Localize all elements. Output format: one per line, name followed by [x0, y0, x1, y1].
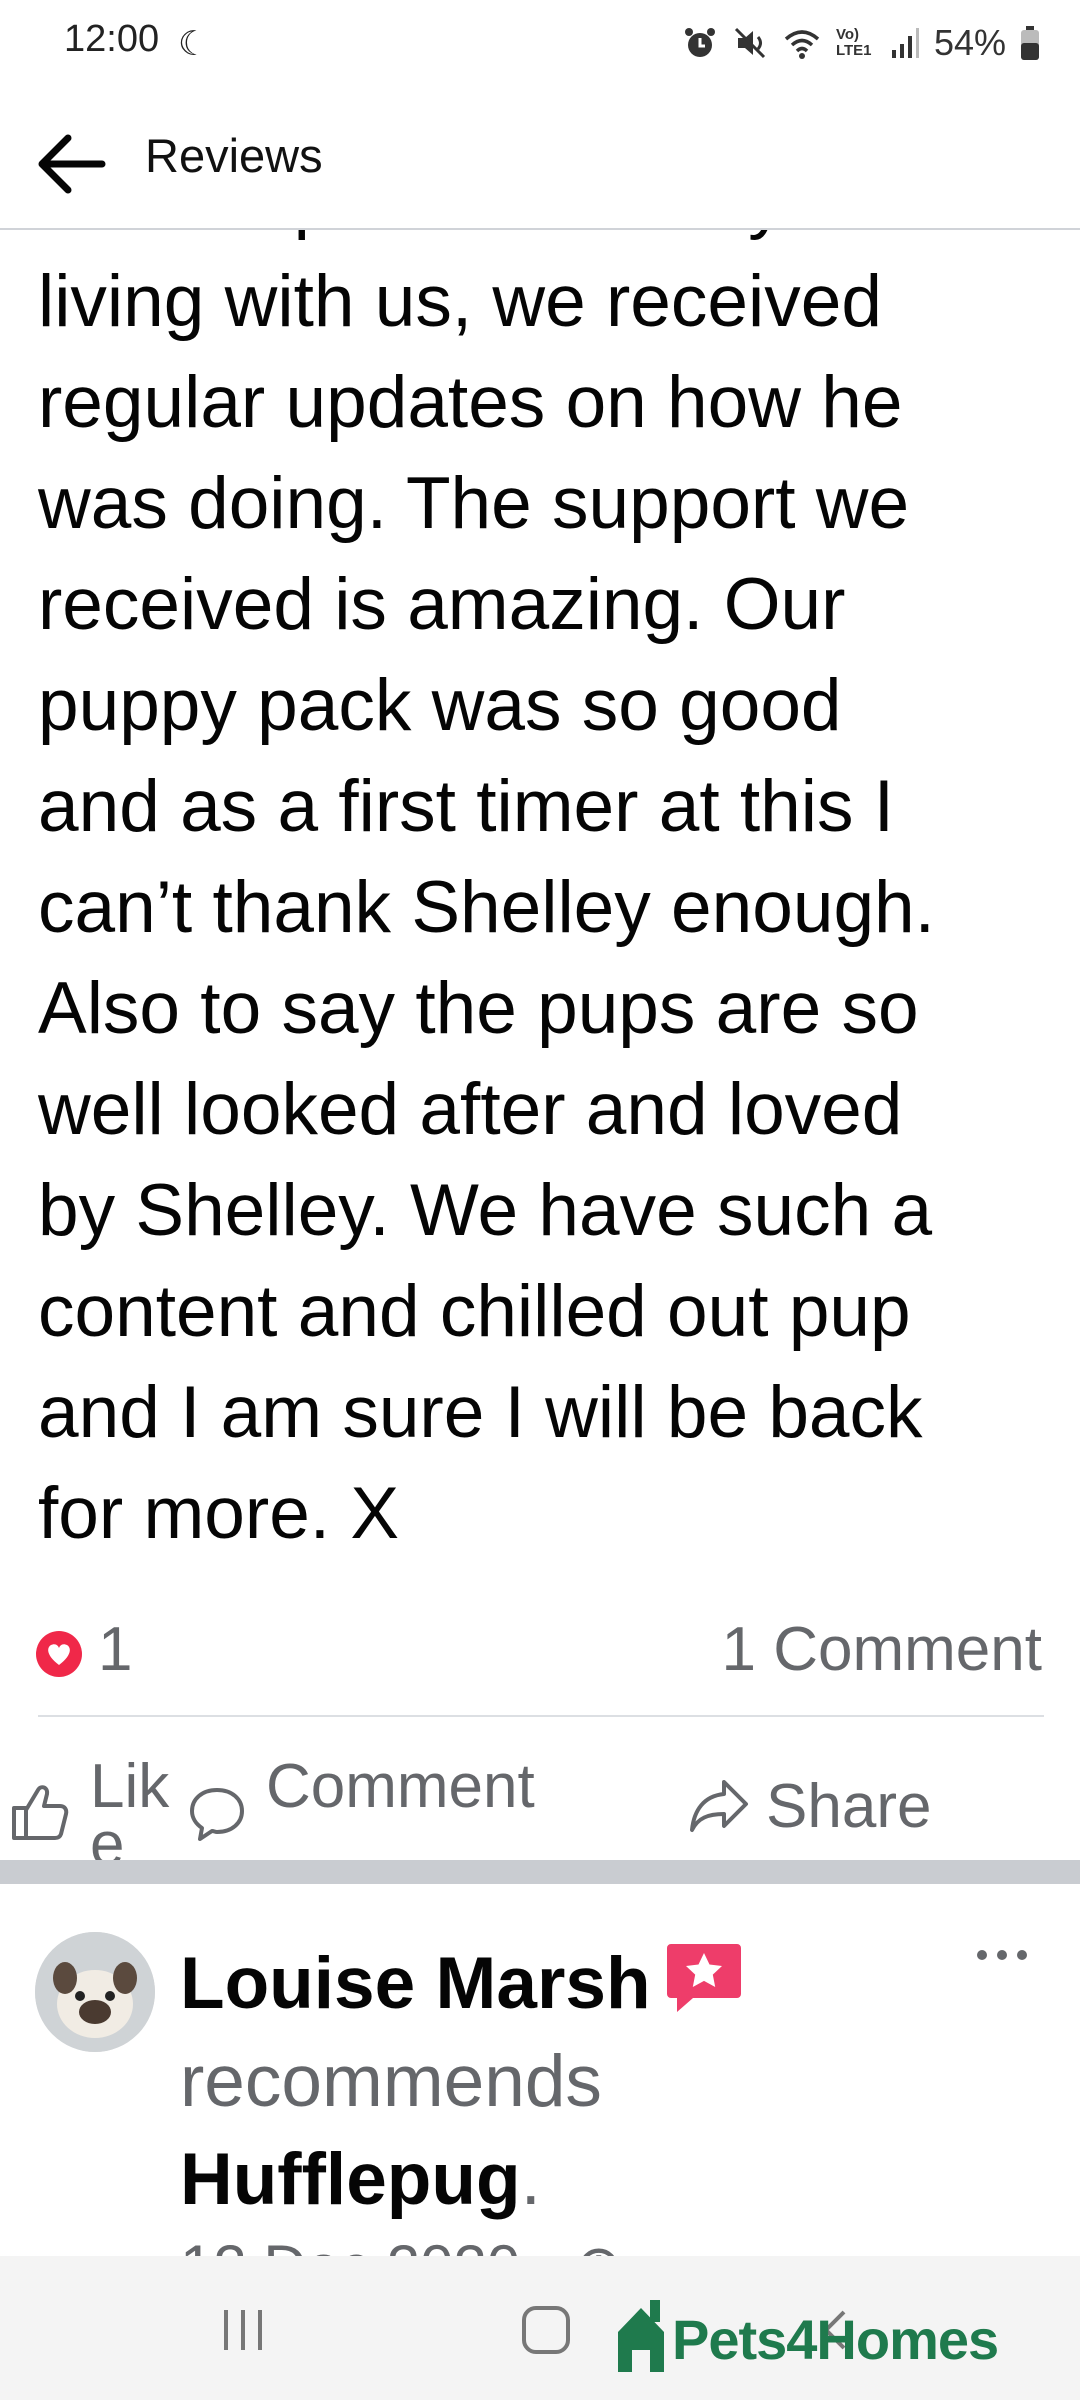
reviewer-avatar[interactable]	[35, 1932, 155, 2052]
alarm-icon	[684, 28, 715, 57]
thumbs-up-icon	[12, 1785, 69, 1840]
battery-percentage: 54%	[933, 22, 1006, 63]
recent-apps-icon[interactable]	[218, 2308, 268, 2352]
wifi-icon	[784, 30, 820, 59]
love-reaction-icon[interactable]	[35, 1630, 83, 1678]
back-arrow-icon	[38, 134, 106, 194]
page-title: Reviews	[145, 129, 323, 182]
review-text: contact prior to Stanley living with us,…	[38, 230, 935, 1554]
signal-icon	[891, 28, 919, 58]
comment-label: Comment	[266, 1752, 535, 1821]
comment-count-link[interactable]: 1 Comment	[722, 1614, 1042, 1685]
more-dots-icon	[977, 1950, 1027, 1960]
network-type-label: Vo) LTE1	[835, 26, 872, 59]
mute-icon	[734, 27, 765, 59]
like-label: Like	[90, 1752, 170, 1861]
reviewer-heading: Louise Marsh recommends Hufflepug.	[180, 1935, 940, 2229]
home-icon[interactable]	[520, 2304, 572, 2356]
back-button[interactable]	[30, 124, 110, 204]
pug-photo-icon	[35, 1932, 155, 2052]
more-options-button[interactable]	[972, 1935, 1032, 1975]
review-body: contact prior to Stanley living with us,…	[0, 230, 1080, 1590]
section-separator	[0, 1860, 1080, 1884]
do-not-disturb-moon-icon: ☾	[178, 25, 209, 63]
watermark-text: Pets4Homes	[672, 2308, 999, 2371]
battery-icon	[1021, 26, 1039, 60]
pets4homes-logo-icon	[618, 2300, 664, 2372]
recommends-text: recommends	[180, 2041, 602, 2122]
share-arrow-icon	[690, 1780, 748, 1832]
action-row: Like Comment Share	[0, 1720, 1080, 1860]
status-bar: 12:00 ☾ Vo) LTE1 54%	[0, 0, 1080, 90]
status-icons: Vo) LTE1 54%	[682, 18, 1040, 68]
page-name-link[interactable]: Hufflepug	[180, 2139, 521, 2220]
reviewer-name-link[interactable]: Louise Marsh	[180, 1943, 651, 2024]
watermark: Pets4Homes	[614, 2282, 999, 2372]
divider	[38, 1715, 1044, 1717]
app-header: Reviews	[0, 90, 1080, 230]
reaction-count[interactable]: 1	[98, 1614, 132, 1685]
recommendation-star-badge-icon	[666, 1944, 741, 2012]
system-navigation-bar: Pets4Homes	[0, 2256, 1080, 2400]
comment-bubble-icon	[190, 1788, 244, 1841]
share-label: Share	[766, 1772, 932, 1841]
status-time: 12:00	[64, 18, 160, 60]
page-name-suffix: .	[520, 2139, 541, 2220]
